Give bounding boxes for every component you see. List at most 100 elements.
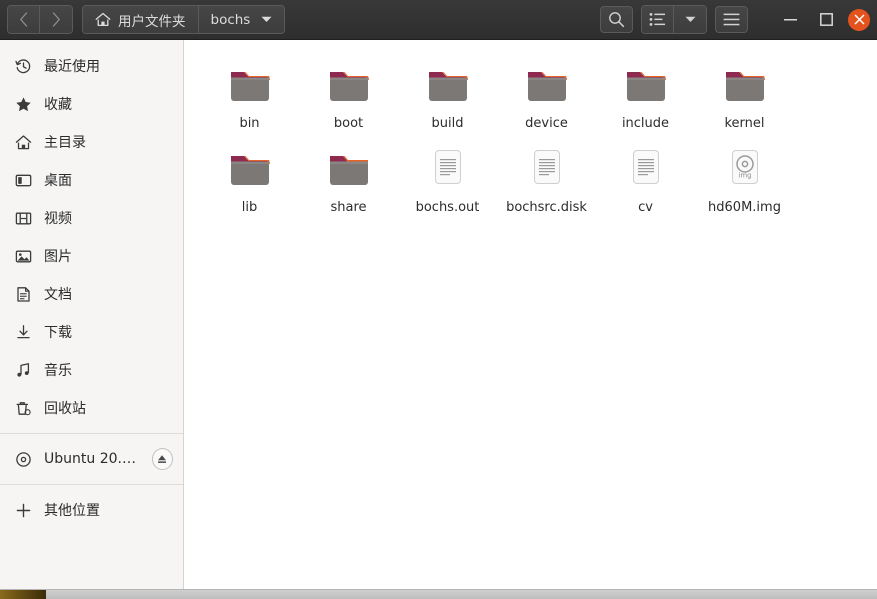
sidebar-item-home[interactable]: 主目录 [0,123,183,161]
minimize-icon [783,19,797,21]
file-name: build [431,116,464,131]
home-icon [14,133,32,151]
plus-icon [14,501,32,519]
sidebar-item-other-locations[interactable]: 其他位置 [0,491,183,529]
file-item[interactable]: lib [200,136,299,220]
sidebar-item-desktop[interactable]: 桌面 [0,161,183,199]
sidebar-divider-top [0,433,183,434]
list-view-button[interactable] [642,6,674,33]
view-mode-group [641,5,707,34]
sidebar-label-trash: 回收站 [44,401,86,417]
breadcrumb-item-home[interactable]: 用户文件夹 [83,6,199,33]
music-icon [14,361,32,379]
sidebar-item-recent[interactable]: 最近使用 [0,47,183,85]
image-icon [14,247,32,265]
file-item[interactable]: device [497,52,596,136]
text-file-icon [622,144,670,192]
eject-button[interactable] [151,448,173,470]
search-button[interactable] [600,6,633,33]
folder-icon [622,60,670,108]
chevron-down-icon [261,16,272,22]
sidebar-item-trash[interactable]: 回收站 [0,389,183,427]
sidebar-label-drive-ubuntu: Ubuntu 20.0… [44,451,140,467]
sidebar-item-drive-ubuntu[interactable]: Ubuntu 20.0… [0,440,183,478]
file-item[interactable]: share [299,136,398,220]
icon-grid: bin boot build device include kernel lib… [184,40,877,220]
search-icon [609,12,625,28]
star-icon [14,95,32,113]
sidebar-label-documents: 文档 [44,287,72,303]
clock-icon [14,57,32,75]
sidebar-divider-bottom [0,484,183,485]
file-item[interactable]: img hd60M.img [695,136,794,220]
sidebar-label-videos: 视频 [44,211,72,227]
file-name: bochs.out [415,200,480,215]
file-item[interactable]: boot [299,52,398,136]
view-options-dropdown-button[interactable] [674,6,706,33]
close-button[interactable] [848,8,870,31]
breadcrumb-label-home: 用户文件夹 [118,13,186,30]
trash-icon [14,399,32,417]
sidebar-item-downloads[interactable]: 下载 [0,313,183,351]
breadcrumb: 用户文件夹 bochs [82,5,286,34]
film-icon [14,209,32,227]
chevron-down-icon [685,16,695,22]
minimize-button[interactable] [776,6,804,34]
sidebar-item-starred[interactable]: 收藏 [0,85,183,123]
sidebar-item-documents[interactable]: 文档 [0,275,183,313]
window-body: 最近使用 收藏 主目录 桌面 视频 图片 文档 下载 音乐 回收站 Ubuntu… [0,40,877,599]
header-left-group: 用户文件夹 bochs [7,5,286,34]
file-item[interactable]: bochs.out [398,136,497,220]
folder-icon [523,60,571,108]
sidebar-bottom-filler [0,577,184,589]
folder-icon [226,144,274,192]
chevron-right-icon [52,12,60,27]
download-icon [14,323,32,341]
main-menu-button[interactable] [715,6,748,33]
maximize-icon [819,13,833,26]
list-view-icon [649,13,665,26]
file-list-area[interactable]: bin boot build device include kernel lib… [184,40,877,599]
sidebar-item-music[interactable]: 音乐 [0,351,183,389]
breadcrumb-item-current[interactable]: bochs [198,6,285,33]
file-name: cv [638,200,653,215]
home-icon [95,12,111,27]
sidebar-label-recent: 最近使用 [44,59,100,75]
svg-text:img: img [738,172,751,180]
folder-icon [721,60,769,108]
file-name: lib [241,200,258,215]
chevron-left-icon [19,12,28,27]
close-icon [854,14,864,25]
sidebar-label-downloads: 下载 [44,325,72,341]
forward-button[interactable] [40,6,72,33]
file-name: include [621,116,670,131]
sidebar: 最近使用 收藏 主目录 桌面 视频 图片 文档 下载 音乐 回收站 Ubuntu… [0,40,184,599]
file-item[interactable]: kernel [695,52,794,136]
eject-icon [158,455,167,463]
sidebar-item-pictures[interactable]: 图片 [0,237,183,275]
taskbar-accent [0,590,46,599]
hamburger-menu-icon [723,13,740,26]
file-item[interactable]: include [596,52,695,136]
file-item[interactable]: bin [200,52,299,136]
file-name: hd60M.img [708,200,781,215]
maximize-button[interactable] [812,6,840,34]
file-manager-window: 用户文件夹 bochs 最近使用 收藏 主目录 桌面 视频 图片 文档 下载 音… [0,0,877,599]
disc-icon [14,450,32,468]
sidebar-item-videos[interactable]: 视频 [0,199,183,237]
file-name: kernel [724,116,765,131]
folder-icon [325,144,373,192]
folder-icon [325,60,373,108]
sidebar-label-desktop: 桌面 [44,173,72,189]
sidebar-label-starred: 收藏 [44,97,72,113]
header-bar: 用户文件夹 bochs [0,0,877,40]
sidebar-label-pictures: 图片 [44,249,72,265]
file-item[interactable]: build [398,52,497,136]
desktop-taskbar-strip[interactable] [0,589,877,599]
file-item[interactable]: cv [596,136,695,220]
file-name: boot [333,116,364,131]
taskbar-body [46,590,877,599]
file-item[interactable]: bochsrc.disk [497,136,596,220]
back-button[interactable] [8,6,40,33]
document-icon [14,285,32,303]
